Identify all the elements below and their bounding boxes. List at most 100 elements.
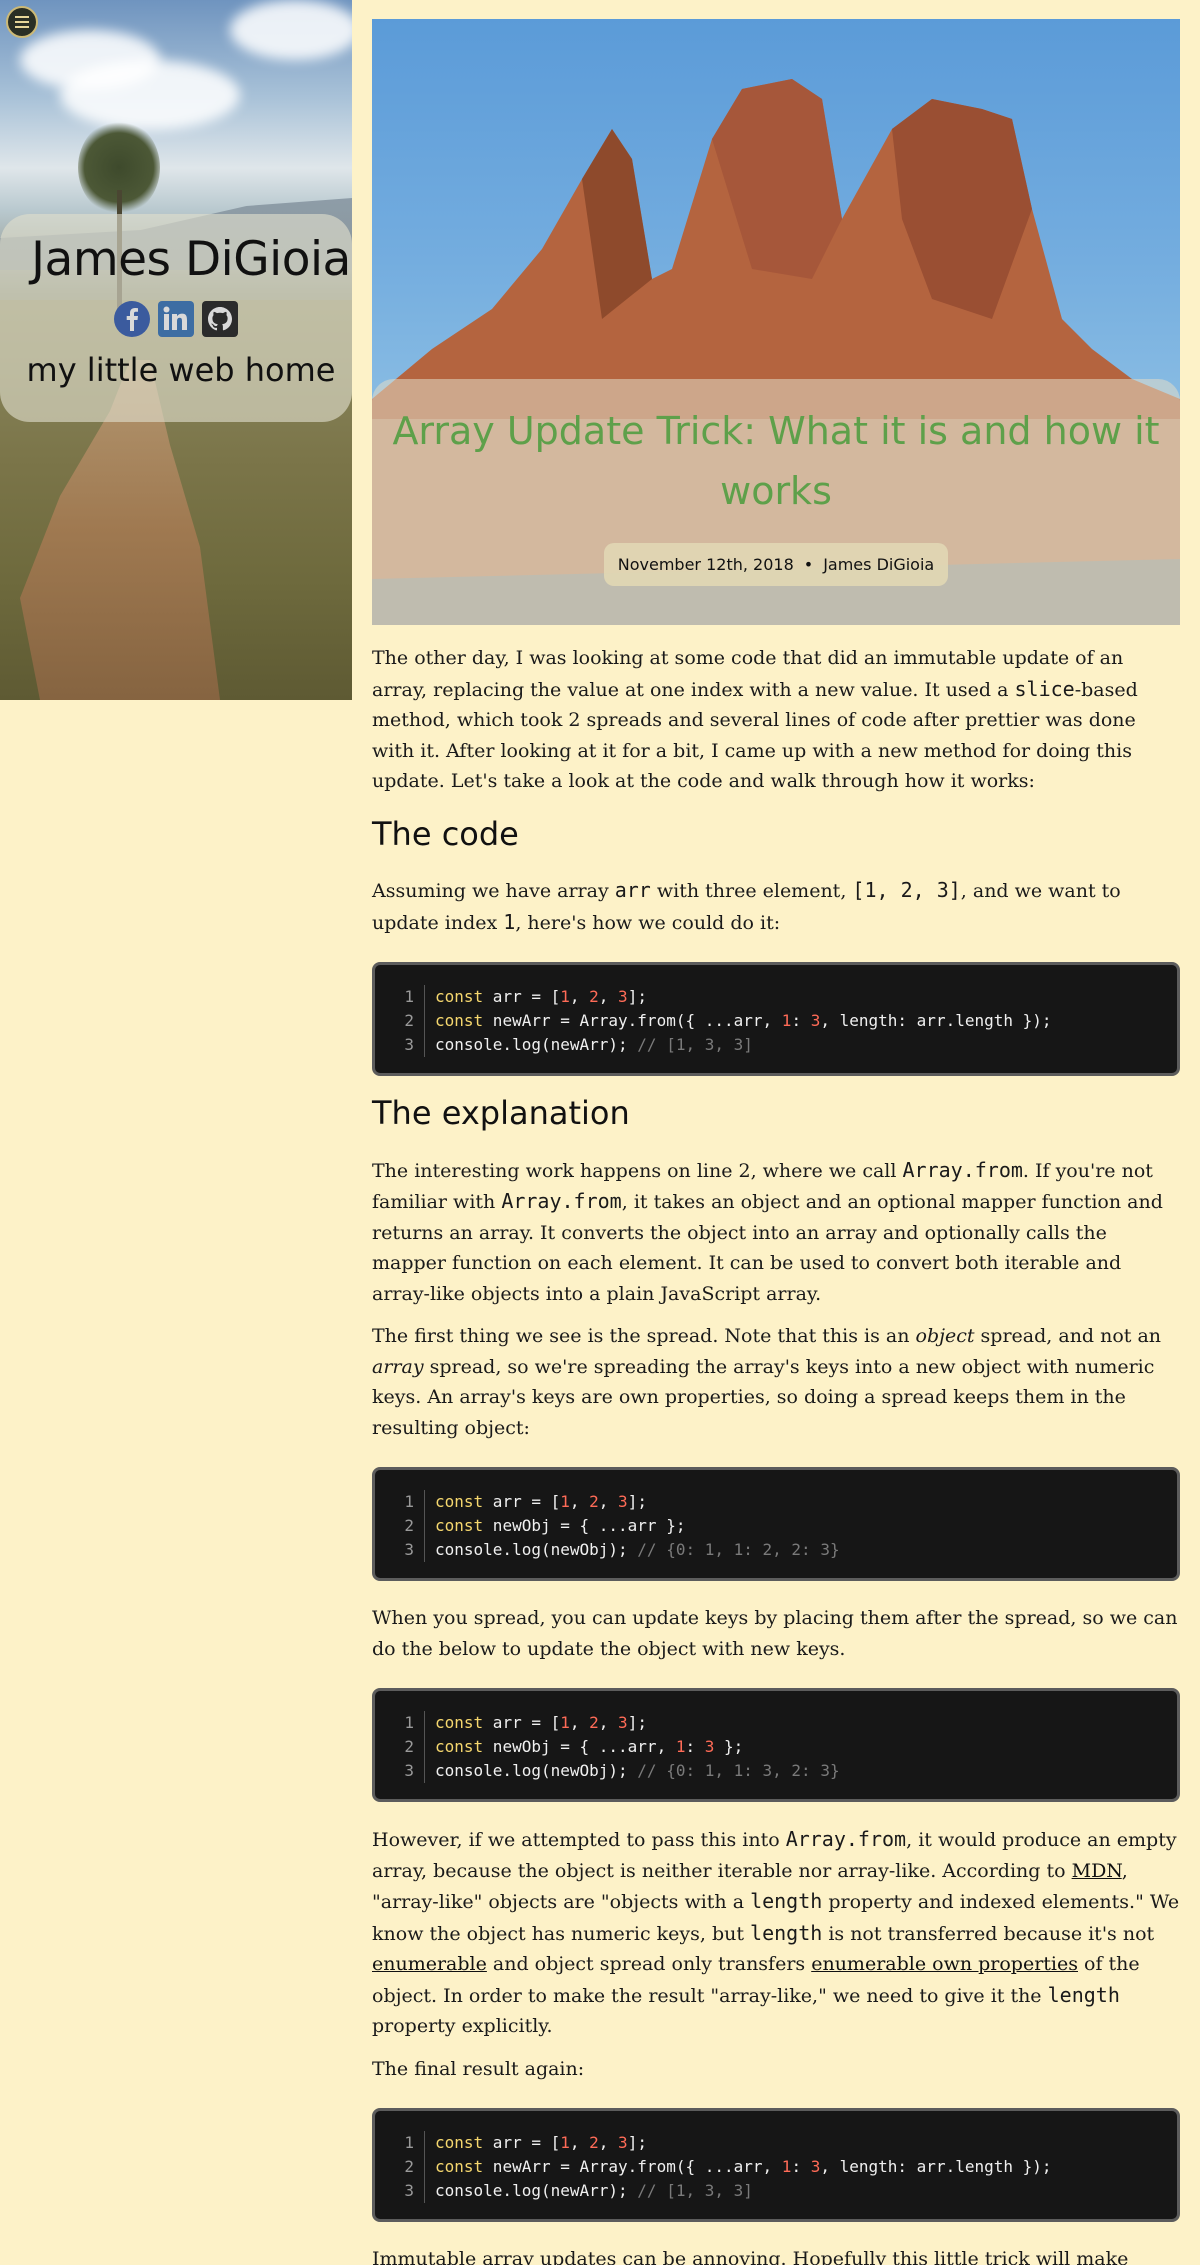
code-token: ]; (627, 1713, 647, 1732)
code-token: }; (714, 1737, 744, 1756)
enumerable-link[interactable]: enumerable (372, 1953, 487, 1975)
code-comment: // {0: 1, 1: 2, 2: 3} (637, 1540, 840, 1559)
line-number: 1 (399, 2131, 425, 2155)
linkedin-icon[interactable] (158, 301, 194, 337)
code-keyword: const (435, 1713, 484, 1732)
code-line: 3 console.log(newArr); // [1, 3, 3] (399, 1033, 1157, 1057)
code-number: 1 (781, 1011, 792, 1030)
code-line: 2 const newArr = Array.from({ ...arr, 1: … (399, 2155, 1157, 2179)
code-token: : (685, 1737, 705, 1756)
code-line: 1 const arr = [1, 2, 3]; (399, 2131, 1157, 2155)
code-text: console.log(newObj); // {0: 1, 1: 2, 2: … (435, 1538, 840, 1562)
hamburger-icon-bar (15, 21, 29, 23)
cloud-decoration (60, 60, 240, 130)
menu-button[interactable] (6, 6, 38, 38)
code-text: const newObj = { ...arr, 1: 3 }; (435, 1735, 743, 1759)
code-text: const newArr = Array.from({ ...arr, 1: 3… (435, 1009, 1052, 1033)
code-token: arr = [ (483, 987, 561, 1006)
code-token: newArr = Array.from({ ...arr, (483, 2157, 782, 2176)
code-token: , length: arr.length }); (820, 1011, 1052, 1030)
code-token: newObj = { ...arr, (483, 1737, 676, 1756)
line-number: 2 (399, 2155, 425, 2179)
mdn-link[interactable]: MDN (1072, 1860, 1122, 1882)
site-title[interactable]: James DiGioia (30, 232, 352, 287)
code-number: 1 (560, 1713, 570, 1732)
line-number: 2 (399, 1514, 425, 1538)
github-icon[interactable] (202, 301, 238, 337)
section-heading-code: The code (372, 814, 519, 853)
post-hero: Array Update Trick: What it is and how i… (372, 19, 1180, 625)
post-date: November 12th, 2018 (617, 555, 794, 574)
code-number: 1 (560, 2133, 570, 2152)
code-text: const arr = [1, 2, 3]; (435, 1711, 647, 1735)
code-number: 2 (589, 1492, 599, 1511)
post-author: James DiGioia (823, 555, 935, 574)
code-number: 3 (810, 1011, 821, 1030)
code-token: , (598, 2133, 619, 2152)
code-number: 2 (589, 1713, 599, 1732)
cloud-decoration (230, 0, 352, 60)
code-block: 1 const arr = [1, 2, 3]; 2 const newObj = {… (372, 1688, 1180, 1802)
code-keyword: const (435, 2133, 484, 2152)
code-block: 1 const arr = [1, 2, 3]; 2 const newObj = {… (372, 1467, 1180, 1581)
code-number: 2 (589, 2133, 599, 2152)
social-links (0, 301, 352, 337)
facebook-icon[interactable] (114, 301, 150, 337)
code-comment: // [1, 3, 3] (637, 1035, 753, 1054)
paragraph: Assuming we have array arr with three el… (372, 878, 1121, 934)
main-content: Array Update Trick: What it is and how i… (372, 19, 1180, 2265)
paragraph: Immutable array updates can be annoying.… (372, 2248, 1129, 2265)
code-keyword: const (435, 2157, 484, 2176)
code-token: console.log(newArr); (435, 1035, 638, 1054)
line-number: 1 (399, 1490, 425, 1514)
hamburger-icon-bar (15, 26, 29, 28)
hamburger-icon-bar (15, 16, 29, 18)
code-number: 3 (618, 2133, 628, 2152)
code-line: 1 const arr = [1, 2, 3]; (399, 1490, 1157, 1514)
enumerable-own-properties-link[interactable]: enumerable own properties (811, 1953, 1078, 1975)
paragraph: When you spread, you can update keys by … (372, 1607, 1178, 1660)
code-token: console.log(newObj); (435, 1761, 638, 1780)
post-article: The other day, I was looking at some cod… (372, 643, 1180, 2265)
line-number: 1 (399, 1711, 425, 1735)
code-token: arr = [ (483, 1713, 561, 1732)
paragraph: The first thing we see is the spread. No… (372, 1325, 1162, 1439)
code-line: 1 const arr = [1, 2, 3]; (399, 1711, 1157, 1735)
code-text: const newObj = { ...arr }; (435, 1514, 685, 1538)
code-token: ]; (627, 1492, 647, 1511)
code-line: 2 const newObj = { ...arr }; (399, 1514, 1157, 1538)
code-keyword: const (435, 1516, 484, 1535)
site-tagline: my little web home (26, 351, 336, 389)
code-line: 3 console.log(newObj); // {0: 1, 1: 3, 2:… (399, 1759, 1157, 1783)
code-token: , (598, 1492, 619, 1511)
code-line: 1 const arr = [1, 2, 3]; (399, 985, 1157, 1009)
code-keyword: const (435, 1011, 484, 1030)
profile-card: James DiGioia my little web home (0, 214, 352, 422)
code-text: console.log(newArr); // [1, 3, 3] (435, 2179, 753, 2203)
code-text: const arr = [1, 2, 3]; (435, 1490, 647, 1514)
post-title: Array Update Trick: What it is and how i… (392, 409, 1160, 513)
code-text: const arr = [1, 2, 3]; (435, 985, 647, 1009)
code-token: , (598, 987, 619, 1006)
code-token: , length: arr.length }); (820, 2157, 1052, 2176)
line-number: 3 (399, 1759, 425, 1783)
code-keyword: const (435, 987, 484, 1006)
code-token: : (791, 1011, 811, 1030)
code-block: 1 const arr = [1, 2, 3]; 2 const newArr = A… (372, 2108, 1180, 2222)
paragraph: The other day, I was looking at some cod… (372, 647, 1138, 792)
code-token: , (569, 2133, 590, 2152)
code-keyword: const (435, 1492, 484, 1511)
code-line: 3 console.log(newObj); // {0: 1, 1: 2, 2:… (399, 1538, 1157, 1562)
code-token: newObj = { ...arr }; (483, 1516, 686, 1535)
code-token: , (569, 987, 590, 1006)
line-number: 3 (399, 1033, 425, 1057)
code-token: , (569, 1713, 590, 1732)
line-number: 3 (399, 1538, 425, 1562)
code-number: 1 (781, 2157, 792, 2176)
code-number: 3 (704, 1737, 715, 1756)
code-number: 1 (560, 1492, 570, 1511)
code-text: const newArr = Array.from({ ...arr, 1: 3… (435, 2155, 1052, 2179)
code-line: 2 const newArr = Array.from({ ...arr, 1: … (399, 1009, 1157, 1033)
section-heading-explanation: The explanation (372, 1094, 630, 1132)
code-token: console.log(newArr); (435, 2181, 638, 2200)
